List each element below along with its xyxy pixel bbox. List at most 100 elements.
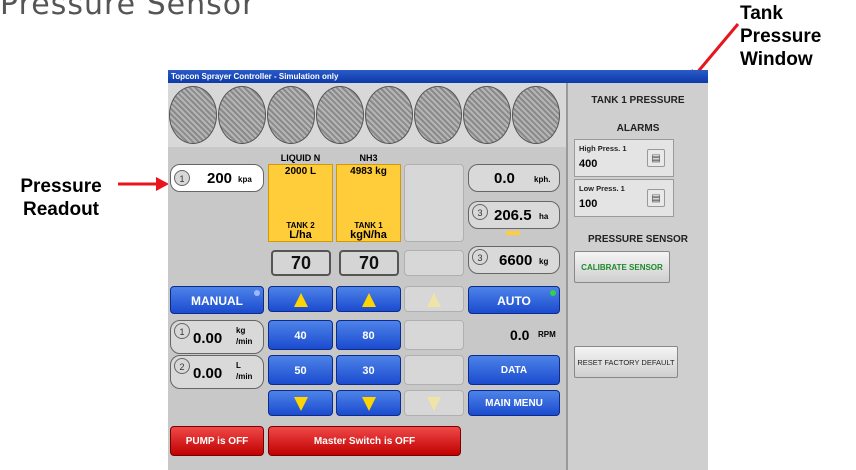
alarm-toggle-icon[interactable]: ▤ bbox=[647, 189, 665, 207]
rate1-unit-bottom: /min bbox=[236, 337, 253, 346]
tank2-preset2-button[interactable]: 50 bbox=[268, 355, 333, 385]
main-menu-button[interactable]: MAIN MENU bbox=[468, 390, 560, 416]
area-readout[interactable]: 3 206.5 ha bbox=[468, 201, 560, 229]
badge-one: 1 bbox=[174, 323, 190, 339]
manual-button[interactable]: MANUAL bbox=[170, 286, 264, 314]
tank2-rate[interactable]: 70 bbox=[271, 250, 331, 276]
alarms-title: ALARMS bbox=[616, 123, 660, 134]
section-indicator[interactable] bbox=[414, 86, 462, 144]
badge-three: 3 bbox=[472, 204, 488, 220]
weight-unit: kg bbox=[539, 257, 549, 266]
pressure-unit: kpa bbox=[238, 175, 252, 184]
tank-pressure-panel: TANK 1 PRESSURE ALARMS High Press. 1 400… bbox=[566, 83, 708, 470]
disabled-decrease-button bbox=[404, 390, 464, 416]
tank2-panel[interactable]: 2000 L TANK 2 L/ha bbox=[268, 164, 333, 242]
area-value: 206.5 bbox=[494, 207, 532, 224]
annotation-line: Tank bbox=[740, 3, 783, 24]
tank2-decrease-button[interactable] bbox=[268, 390, 333, 416]
master-switch-button[interactable]: Master Switch is OFF bbox=[268, 426, 461, 456]
low-pressure-alarm[interactable]: Low Press. 1 100 ▤ bbox=[574, 179, 674, 217]
tank1-panel[interactable]: 4983 kg TANK 1 kgN/ha bbox=[336, 164, 401, 242]
empty-rate-box bbox=[404, 250, 464, 276]
rate2-unit-top: L bbox=[236, 361, 241, 370]
speed-readout[interactable]: 0.0 kph. bbox=[468, 164, 560, 192]
badge-one: 1 bbox=[174, 170, 190, 186]
auto-button[interactable]: AUTO bbox=[468, 286, 560, 314]
tank1-decrease-button[interactable] bbox=[336, 390, 401, 416]
area-unit: ha bbox=[539, 212, 549, 221]
high-pressure-label: High Press. 1 bbox=[579, 144, 627, 153]
rpm-readout: 0.0 RPM bbox=[468, 320, 560, 350]
pressure-readout[interactable]: 1 200 kpa bbox=[170, 164, 264, 192]
section-indicator-strip bbox=[168, 83, 566, 147]
speed-unit: kph. bbox=[534, 175, 551, 184]
low-pressure-label: Low Press. 1 bbox=[579, 184, 625, 193]
calibrate-sensor-button[interactable]: CALIBRATE SENSOR bbox=[574, 251, 670, 283]
panel-title: TANK 1 PRESSURE bbox=[591, 95, 685, 106]
arrow-up-icon bbox=[361, 293, 376, 307]
section-indicator[interactable] bbox=[365, 86, 413, 144]
badge-two: 2 bbox=[174, 358, 190, 374]
tank2-amount: 2000 L bbox=[284, 166, 317, 177]
tank2-unit: L/ha bbox=[289, 229, 312, 241]
low-pressure-value: 100 bbox=[579, 198, 598, 210]
rate2-unit-bottom: /min bbox=[236, 372, 253, 381]
disabled-increase-button bbox=[404, 286, 464, 312]
section-indicator[interactable] bbox=[169, 86, 217, 144]
rpm-value: 0.0 bbox=[510, 327, 530, 343]
section-indicator[interactable] bbox=[463, 86, 511, 144]
rate1-value: 0.00 bbox=[193, 330, 223, 347]
tank2-header: LIQUID N bbox=[280, 153, 321, 163]
annotation-line: Readout bbox=[23, 199, 99, 220]
annotation-pressure-readout: Pressure Readout bbox=[6, 175, 116, 221]
sprayer-controller-window: Topcon Sprayer Controller - Simulation o… bbox=[168, 70, 708, 470]
tank2-preset1-button[interactable]: 40 bbox=[268, 320, 333, 350]
section-indicator[interactable] bbox=[512, 86, 560, 144]
data-button[interactable]: DATA bbox=[468, 355, 560, 385]
high-pressure-value: 400 bbox=[579, 158, 598, 170]
annotation-arrow bbox=[118, 177, 169, 191]
high-pressure-alarm[interactable]: High Press. 1 400 ▤ bbox=[574, 139, 674, 177]
rpm-unit: RPM bbox=[538, 330, 556, 339]
rate-readout-1[interactable]: 1 0.00 kg /min bbox=[170, 320, 264, 354]
annotation-line: Pressure bbox=[740, 26, 822, 47]
pump-button[interactable]: PUMP is OFF bbox=[170, 426, 264, 456]
window-titlebar: Topcon Sprayer Controller - Simulation o… bbox=[168, 70, 708, 83]
status-led bbox=[550, 290, 556, 296]
pressure-value: 200 bbox=[207, 170, 233, 187]
page-caption: Pressure Sensor bbox=[0, 0, 256, 22]
tank1-preset2-button[interactable]: 30 bbox=[336, 355, 401, 385]
empty-preset-box bbox=[404, 355, 464, 385]
section-indicator[interactable] bbox=[267, 86, 315, 144]
section-indicator[interactable] bbox=[316, 86, 364, 144]
rate1-unit-top: kg bbox=[236, 326, 246, 335]
manual-label: MANUAL bbox=[191, 294, 243, 308]
badge-three: 3 bbox=[472, 249, 488, 265]
reset-factory-default-button[interactable]: RESET FACTORY DEFAULT bbox=[574, 346, 678, 378]
speed-value: 0.0 bbox=[494, 170, 515, 187]
weight-readout[interactable]: 3 6600 kg bbox=[468, 246, 560, 274]
auto-label: AUTO bbox=[497, 294, 531, 308]
tank2-increase-button[interactable] bbox=[268, 286, 333, 312]
empty-tank-panel bbox=[404, 164, 464, 242]
alarm-toggle-icon[interactable]: ▤ bbox=[647, 149, 665, 167]
tank1-preset1-button[interactable]: 80 bbox=[336, 320, 401, 350]
rate-readout-2[interactable]: 2 0.00 L /min bbox=[170, 355, 264, 389]
section-indicator[interactable] bbox=[218, 86, 266, 144]
weight-value: 6600 bbox=[499, 252, 533, 269]
tank1-header: NH3 bbox=[359, 153, 378, 163]
tank1-unit: kgN/ha bbox=[350, 229, 387, 241]
pressure-sensor-title: PRESSURE SENSOR bbox=[587, 234, 689, 245]
rate2-value: 0.00 bbox=[193, 365, 223, 382]
annotation-line: Pressure bbox=[20, 176, 102, 197]
arrow-down-icon bbox=[293, 397, 308, 411]
arrow-down-icon bbox=[361, 397, 376, 411]
status-led bbox=[254, 290, 260, 296]
tank1-increase-button[interactable] bbox=[336, 286, 401, 312]
tank1-rate[interactable]: 70 bbox=[339, 250, 399, 276]
annotation-line: Window bbox=[740, 49, 813, 70]
tank1-amount: 4983 kg bbox=[350, 166, 387, 177]
arrow-up-icon bbox=[427, 293, 441, 307]
area-indicator bbox=[506, 231, 520, 235]
empty-preset-box bbox=[404, 320, 464, 350]
